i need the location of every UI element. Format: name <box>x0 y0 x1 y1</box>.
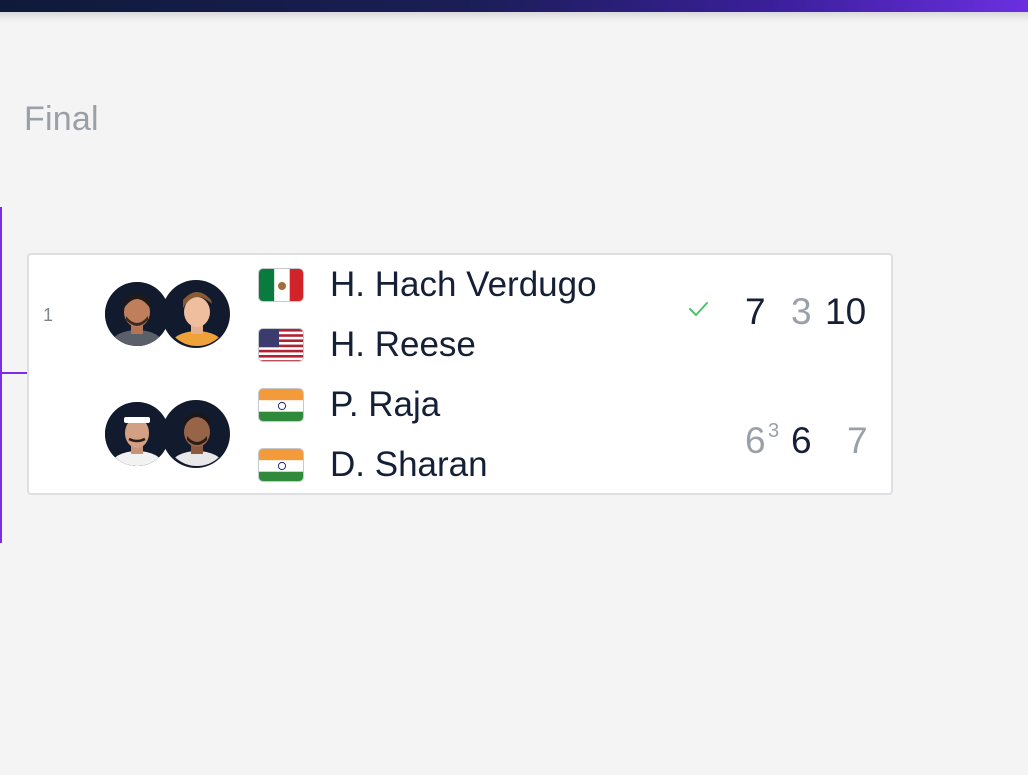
player-name[interactable]: H. Reese <box>330 325 476 365</box>
team-2-set-2-score: 6 <box>791 420 812 461</box>
team-1-avatars <box>105 282 237 348</box>
round-title: Final <box>24 100 99 138</box>
player-avatar[interactable] <box>105 282 169 346</box>
header-shadow <box>0 12 1028 24</box>
team-2-set-3-score: 7 <box>847 420 868 461</box>
player-avatar[interactable] <box>165 282 229 346</box>
player-avatar[interactable] <box>165 402 229 466</box>
india-flag-icon <box>258 448 304 482</box>
team-1-set-1-score: 7 <box>745 291 766 332</box>
match-seed: 1 <box>43 305 54 325</box>
team-1-set-3-score: 10 <box>825 291 867 332</box>
bracket-connector <box>0 372 27 374</box>
team-1-set-2-score: 3 <box>791 291 812 332</box>
player-name[interactable]: H. Hach Verdugo <box>330 265 597 305</box>
team-2-set-1-tiebreak: 3 <box>768 420 780 442</box>
team-2-avatars <box>105 402 237 468</box>
player-avatar[interactable] <box>105 402 169 466</box>
india-flag-icon <box>258 388 304 422</box>
mexico-flag-icon <box>258 268 304 302</box>
player-name[interactable]: P. Raja <box>330 385 440 425</box>
top-header-bar <box>0 0 1028 12</box>
bracket-line <box>0 207 2 543</box>
team-2-set-1-score: 6 <box>745 420 766 461</box>
usa-flag-icon <box>258 328 304 362</box>
match-card[interactable]: 1 H. Hach Verdugo H. Reese 7 3 10 P. Raj… <box>27 253 893 495</box>
winner-check-icon <box>686 297 710 321</box>
player-name[interactable]: D. Sharan <box>330 445 488 485</box>
